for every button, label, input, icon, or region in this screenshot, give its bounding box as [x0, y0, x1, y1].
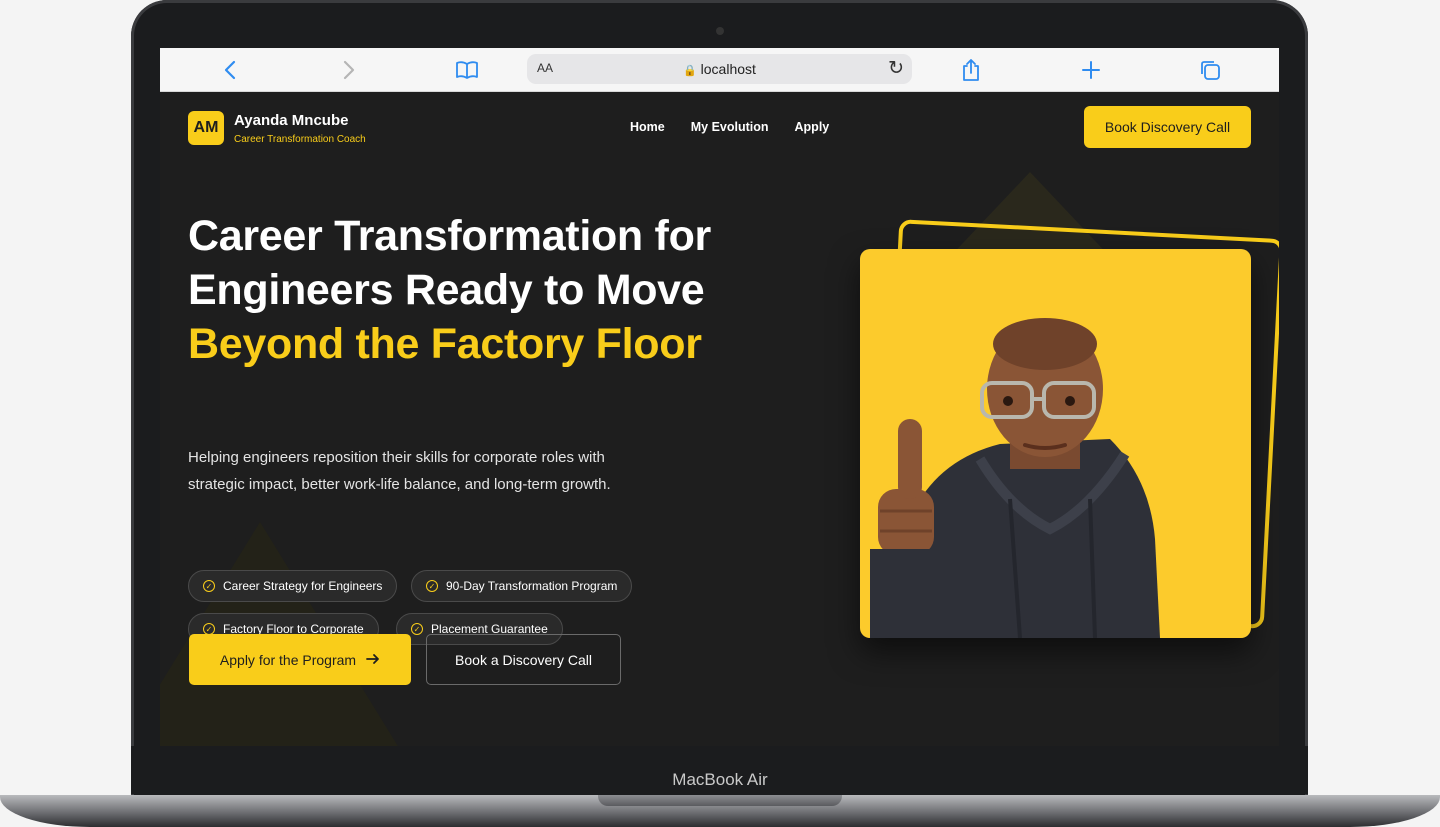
tag-pill: ✓ 90-Day Transformation Program	[411, 570, 633, 602]
check-circle-icon: ✓	[411, 623, 423, 635]
reload-icon[interactable]: ↻	[888, 57, 904, 80]
lock-icon: 🔒	[683, 65, 697, 77]
brand-name[interactable]: Ayanda Mncube	[234, 112, 348, 129]
logo[interactable]: AM	[188, 111, 224, 145]
main-nav: Home My Evolution Apply	[630, 120, 829, 134]
web-page: AM Ayanda Mncube Career Transformation C…	[160, 92, 1279, 746]
hero-description: Helping engineers reposition their skill…	[188, 449, 611, 493]
hero-headline: Career Transformation for Engineers Read…	[188, 209, 748, 371]
arrow-right-icon	[366, 652, 380, 668]
laptop-notch	[598, 795, 842, 806]
book-discovery-call-button[interactable]: Book Discovery Call	[1084, 106, 1251, 148]
book-discovery-call-outline-button[interactable]: Book a Discovery Call	[426, 634, 621, 685]
tag-label: 90-Day Transformation Program	[446, 579, 618, 593]
url-bar[interactable]: AA 🔒 localhost ↻	[527, 54, 912, 84]
apply-program-button[interactable]: Apply for the Program	[189, 634, 411, 685]
device-label: MacBook Air	[672, 770, 768, 789]
laptop-mockup: AA 🔒 localhost ↻ AM Ayanda Mncube Career…	[0, 0, 1440, 827]
screen: AA 🔒 localhost ↻ AM Ayanda Mncube Career…	[160, 48, 1279, 746]
nav-link-apply[interactable]: Apply	[795, 120, 830, 134]
nav-link-my-evolution[interactable]: My Evolution	[691, 120, 769, 134]
url-value: localhost	[700, 61, 756, 77]
apply-program-label: Apply for the Program	[219, 651, 357, 668]
camera	[716, 27, 724, 35]
coach-photo	[860, 249, 1251, 638]
share-icon[interactable]	[957, 56, 985, 84]
check-circle-icon: ✓	[426, 580, 438, 592]
person-image	[870, 318, 1160, 638]
plus-icon[interactable]	[1077, 56, 1105, 84]
tag-pill: ✓ Career Strategy for Engineers	[188, 570, 398, 602]
headline-highlight: Beyond the Factory Floor	[188, 320, 702, 368]
url-text: 🔒 localhost	[527, 61, 912, 77]
browser-toolbar: AA 🔒 localhost ↻	[160, 48, 1279, 92]
brand-tagline: Career Transformation Coach	[234, 134, 366, 145]
chevron-right-icon[interactable]	[335, 56, 363, 84]
tabs-icon[interactable]	[1196, 56, 1224, 84]
tag-label: Career Strategy for Engineers	[223, 579, 383, 593]
chevron-left-icon[interactable]	[216, 56, 244, 84]
nav-link-home[interactable]: Home	[630, 120, 665, 134]
book-icon[interactable]	[453, 56, 481, 84]
headline-text: Career Transformation for Engineers Read…	[188, 212, 711, 314]
check-circle-icon: ✓	[203, 580, 215, 592]
